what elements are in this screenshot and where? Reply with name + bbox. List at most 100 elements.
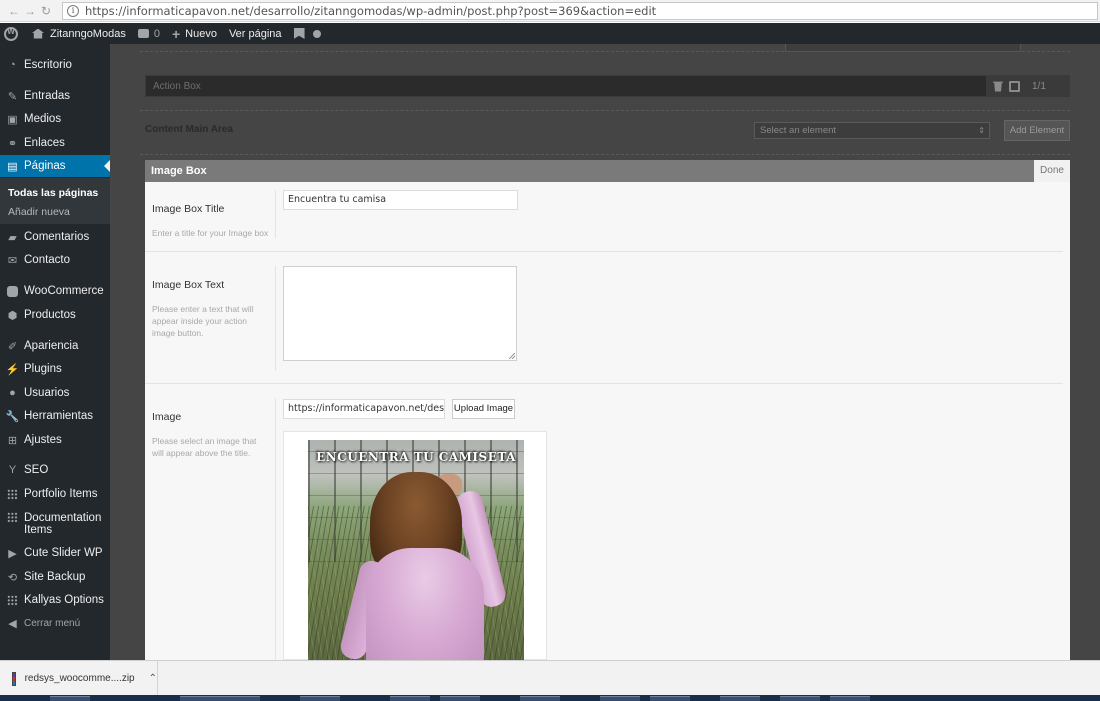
- sidebar-item-apariencia[interactable]: ✐ Apariencia: [0, 335, 110, 357]
- submenu-add-new[interactable]: Añadir nueva: [8, 206, 70, 218]
- sidebar-item-plugins[interactable]: ⚡ Plugins: [0, 358, 110, 380]
- action-box-element[interactable]: Action Box: [145, 75, 987, 97]
- download-shelf: redsys_woocomme....zip ⌃: [0, 660, 1100, 696]
- slider-icon: ▶: [8, 547, 17, 560]
- image-box-text-textarea[interactable]: [283, 266, 517, 361]
- backup-icon: ⟲: [7, 571, 18, 584]
- dashed-divider: [140, 110, 1070, 111]
- seo-status-dot-icon[interactable]: [312, 29, 321, 38]
- add-element-button[interactable]: Add Element: [1004, 120, 1070, 141]
- grid-icon: [6, 488, 19, 501]
- action-box-label: Action Box: [153, 80, 201, 92]
- grid-icon: [6, 511, 19, 524]
- view-page-link[interactable]: Ver página: [229, 28, 282, 40]
- dashed-divider: [140, 154, 1070, 155]
- element-pagination: 1/1: [1032, 80, 1046, 92]
- column-divider: [275, 190, 276, 238]
- image-box-title-label: Image Box Title: [152, 203, 225, 215]
- brush-icon: ✐: [7, 340, 18, 353]
- pages-icon: ▤: [7, 160, 18, 173]
- sidebar-item-escritorio[interactable]: ◔ Escritorio: [0, 54, 110, 76]
- rar-archive-icon: [12, 671, 16, 686]
- pin-icon: ✎: [7, 90, 18, 103]
- resize-grip-icon[interactable]: [509, 353, 515, 359]
- yoast-icon: Y: [8, 464, 17, 476]
- download-item[interactable]: redsys_woocomme....zip ⌃: [0, 661, 158, 696]
- sidebar-item-productos[interactable]: ⬢ Productos: [0, 304, 110, 326]
- comment-icon: ▰: [8, 231, 17, 244]
- reload-icon[interactable]: ↻: [38, 4, 54, 18]
- chevron-up-icon[interactable]: ⌃: [149, 673, 157, 684]
- sidebar-item-woocommerce[interactable]: WooCommerce: [0, 280, 110, 302]
- sidebar-item-entradas[interactable]: ✎ Entradas: [0, 85, 110, 107]
- forward-arrow-icon[interactable]: →: [22, 4, 38, 18]
- url-text: https://informaticapavon.net/desarrollo/…: [85, 4, 657, 18]
- site-name-link[interactable]: ZitanngoModas: [32, 28, 126, 40]
- settings-icon: ⊞: [7, 434, 18, 447]
- wrench-icon: 🔧: [5, 410, 20, 423]
- collapse-icon: ◀: [8, 617, 17, 630]
- select-element-dropdown[interactable]: Select an element ⇕: [754, 122, 990, 139]
- plus-icon: +: [171, 25, 181, 42]
- image-preview: ENCUENTRA TU CAMISETA: [308, 440, 524, 661]
- plugin-icon: ⚡: [5, 363, 20, 376]
- new-content-link[interactable]: + Nuevo: [172, 26, 217, 42]
- site-info-icon[interactable]: i: [67, 5, 79, 17]
- sidebar-item-paginas[interactable]: ▤ Páginas: [0, 155, 110, 177]
- woocommerce-icon: [6, 285, 19, 298]
- trash-icon[interactable]: [993, 81, 1003, 92]
- sidebar-item-comentarios[interactable]: ▰ Comentarios: [0, 226, 110, 248]
- top-element-strip: [140, 44, 1070, 52]
- download-filename: redsys_woocomme....zip: [24, 673, 135, 684]
- done-button[interactable]: Done: [1034, 160, 1070, 182]
- users-icon: ●: [9, 387, 16, 399]
- comments-link[interactable]: 0: [137, 28, 160, 40]
- sidebar-item-contacto[interactable]: ✉ Contacto: [0, 249, 110, 271]
- products-icon: ⬢: [7, 309, 18, 322]
- image-url-input[interactable]: https://informaticapavon.net/desarrol: [283, 399, 445, 419]
- sidebar-item-documentation-items[interactable]: Documentation Items: [0, 506, 110, 542]
- dropdown-arrows-icon: ⇕: [978, 126, 985, 135]
- row-divider: [145, 383, 1063, 384]
- admin-sidebar: ◔ Escritorio ✎ Entradas ▣ Medios ⚭ Enlaces ▤…: [0, 44, 110, 660]
- sidebar-item-herramientas[interactable]: 🔧 Herramientas: [0, 405, 110, 427]
- image-box-title-input[interactable]: Encuentra tu camisa: [283, 190, 518, 210]
- image-preview-frame: ENCUENTRA TU CAMISETA: [283, 431, 547, 661]
- image-box-text-desc: Please enter a text that will appear ins…: [152, 304, 254, 338]
- ghost-select: [785, 44, 1021, 52]
- sidebar-item-seo[interactable]: Y SEO: [0, 459, 110, 481]
- yoast-icon[interactable]: [293, 28, 305, 39]
- content-main-area-label: Content Main Area: [145, 124, 233, 135]
- image-box-text-label: Image Box Text: [152, 279, 225, 291]
- wp-admin-bar: ZitanngoModas 0 + Nuevo Ver página: [0, 23, 1100, 44]
- sidebar-item-kallyas-options[interactable]: Kallyas Options: [0, 589, 110, 611]
- sidebar-item-cute-slider[interactable]: ▶ Cute Slider WP: [0, 542, 110, 564]
- image-preview-caption: ENCUENTRA TU CAMISETA: [316, 450, 516, 464]
- submenu-all-pages[interactable]: Todas las páginas: [8, 187, 98, 199]
- upload-image-button[interactable]: Upload Image: [452, 399, 515, 419]
- image-label: Image: [152, 411, 182, 423]
- home-icon: [32, 28, 44, 39]
- wordpress-logo-icon[interactable]: [4, 26, 18, 41]
- sidebar-item-enlaces[interactable]: ⚭ Enlaces: [0, 132, 110, 154]
- media-icon: ▣: [7, 113, 18, 126]
- element-tools: 1/1: [987, 75, 1070, 97]
- sidebar-collapse-menu[interactable]: ◀ Cerrar menú: [0, 612, 110, 634]
- edit-icon[interactable]: [1009, 80, 1020, 92]
- sidebar-item-medios[interactable]: ▣ Medios: [0, 108, 110, 130]
- sidebar-item-usuarios[interactable]: ● Usuarios: [0, 382, 110, 404]
- sidebar-item-portfolio-items[interactable]: Portfolio Items: [0, 483, 110, 505]
- image-desc: Please select an image that will appear …: [152, 436, 257, 458]
- browser-toolbar: ← → ↻ i https://informaticapavon.net/des…: [0, 0, 1100, 22]
- dashboard-icon: ◔: [9, 59, 16, 71]
- pages-submenu: Todas las páginas Añadir nueva: [0, 178, 110, 224]
- column-divider: [275, 266, 276, 371]
- column-divider: [275, 398, 276, 660]
- back-arrow-icon[interactable]: ←: [6, 4, 22, 18]
- grid-icon: [6, 594, 19, 607]
- sidebar-item-ajustes[interactable]: ⊞ Ajustes: [0, 429, 110, 451]
- sidebar-item-site-backup[interactable]: ⟲ Site Backup: [0, 566, 110, 588]
- image-box-title-desc: Enter a title for your Image box: [152, 228, 269, 238]
- address-bar[interactable]: i https://informaticapavon.net/desarroll…: [62, 2, 1098, 20]
- row-divider: [145, 251, 1063, 252]
